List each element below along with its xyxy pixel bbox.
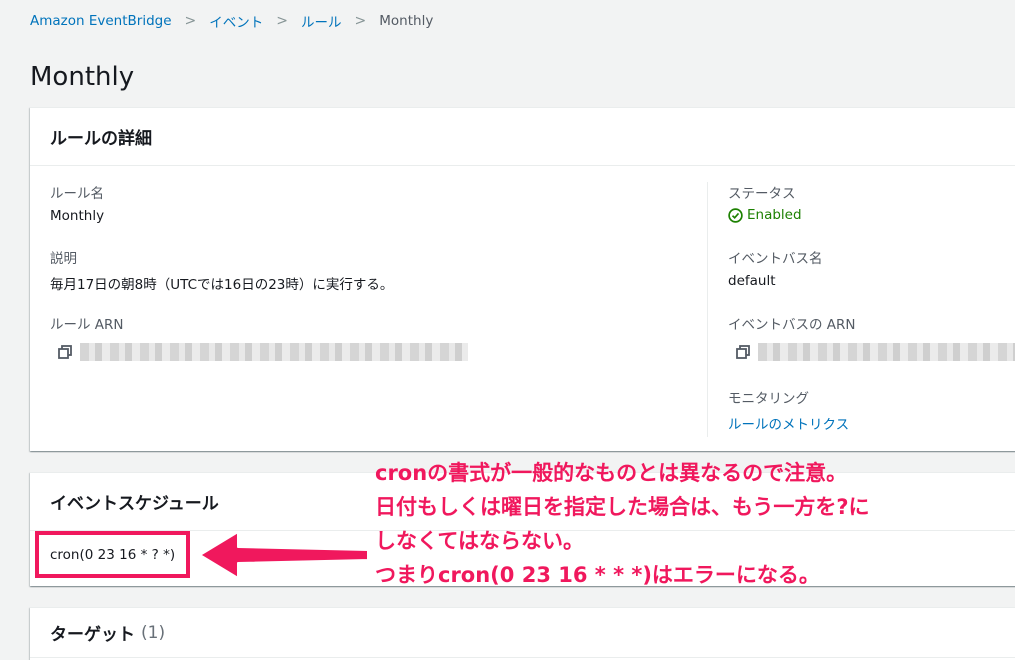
target-header: ターゲット (1)	[30, 608, 1015, 658]
redacted-event-bus-arn	[758, 343, 1015, 361]
column-divider	[707, 182, 708, 437]
chevron-right-icon: >	[184, 13, 197, 29]
status-label: ステータス	[728, 186, 796, 202]
target-panel: ターゲット (1)	[30, 607, 1015, 660]
page-title: Monthly	[30, 62, 135, 92]
status-value: Enabled	[728, 207, 802, 223]
rule-details-panel: ルールの詳細 ルール名 Monthly 説明 毎月17日の朝8時（UTCでは16…	[30, 107, 1015, 451]
target-header-title: ターゲット	[50, 625, 135, 645]
event-bus-arn-label: イベントバスの ARN	[728, 317, 856, 333]
annotation-line: cronの書式が一般的なものとは異なるので注意。	[375, 461, 848, 485]
rule-metrics-link[interactable]: ルールのメトリクス	[728, 413, 849, 433]
monitoring-label: モニタリング	[728, 391, 809, 407]
rule-name-value: Monthly	[50, 208, 105, 224]
chevron-right-icon: >	[354, 13, 367, 29]
copy-icon[interactable]	[57, 344, 73, 360]
check-circle-icon	[728, 207, 743, 223]
cron-highlight-box	[35, 531, 190, 578]
redacted-rule-arn	[80, 343, 468, 361]
breadcrumb-eventbridge[interactable]: Amazon EventBridge	[30, 13, 172, 29]
annotation-line: つまりcron(0 23 16 * * *)はエラーになる。	[375, 563, 820, 587]
rule-name-label: ルール名	[50, 186, 104, 202]
copy-icon[interactable]	[735, 344, 751, 360]
description-value: 毎月17日の朝8時（UTCでは16日の23時）に実行する。	[50, 277, 394, 293]
chevron-right-icon: >	[276, 13, 289, 29]
breadcrumb: Amazon EventBridge > イベント > ルール > Monthl…	[30, 11, 434, 31]
description-label: 説明	[50, 251, 77, 267]
rule-details-header: ルールの詳細	[30, 108, 1015, 166]
annotation-arrow-icon	[200, 531, 369, 579]
target-count: (1)	[141, 622, 166, 643]
annotation-line: 日付もしくは曜日を指定した場合は、もう一方を?に	[375, 495, 870, 519]
breadcrumb-current: Monthly	[379, 13, 434, 29]
breadcrumb-rules[interactable]: ルール	[301, 11, 342, 31]
rule-arn-label: ルール ARN	[50, 317, 124, 333]
breadcrumb-events[interactable]: イベント	[209, 11, 263, 31]
annotation-line: しなくてはならない。	[375, 529, 584, 553]
event-bus-value: default	[728, 273, 776, 289]
status-text: Enabled	[747, 207, 802, 223]
rule-details-body: ルール名 Monthly 説明 毎月17日の朝8時（UTCでは16日の23時）に…	[30, 166, 1015, 451]
annotation-text: cronの書式が一般的なものとは異なるので注意。 日付もしくは曜日を指定した場合…	[375, 456, 1015, 592]
event-bus-label: イベントバス名	[728, 251, 823, 267]
